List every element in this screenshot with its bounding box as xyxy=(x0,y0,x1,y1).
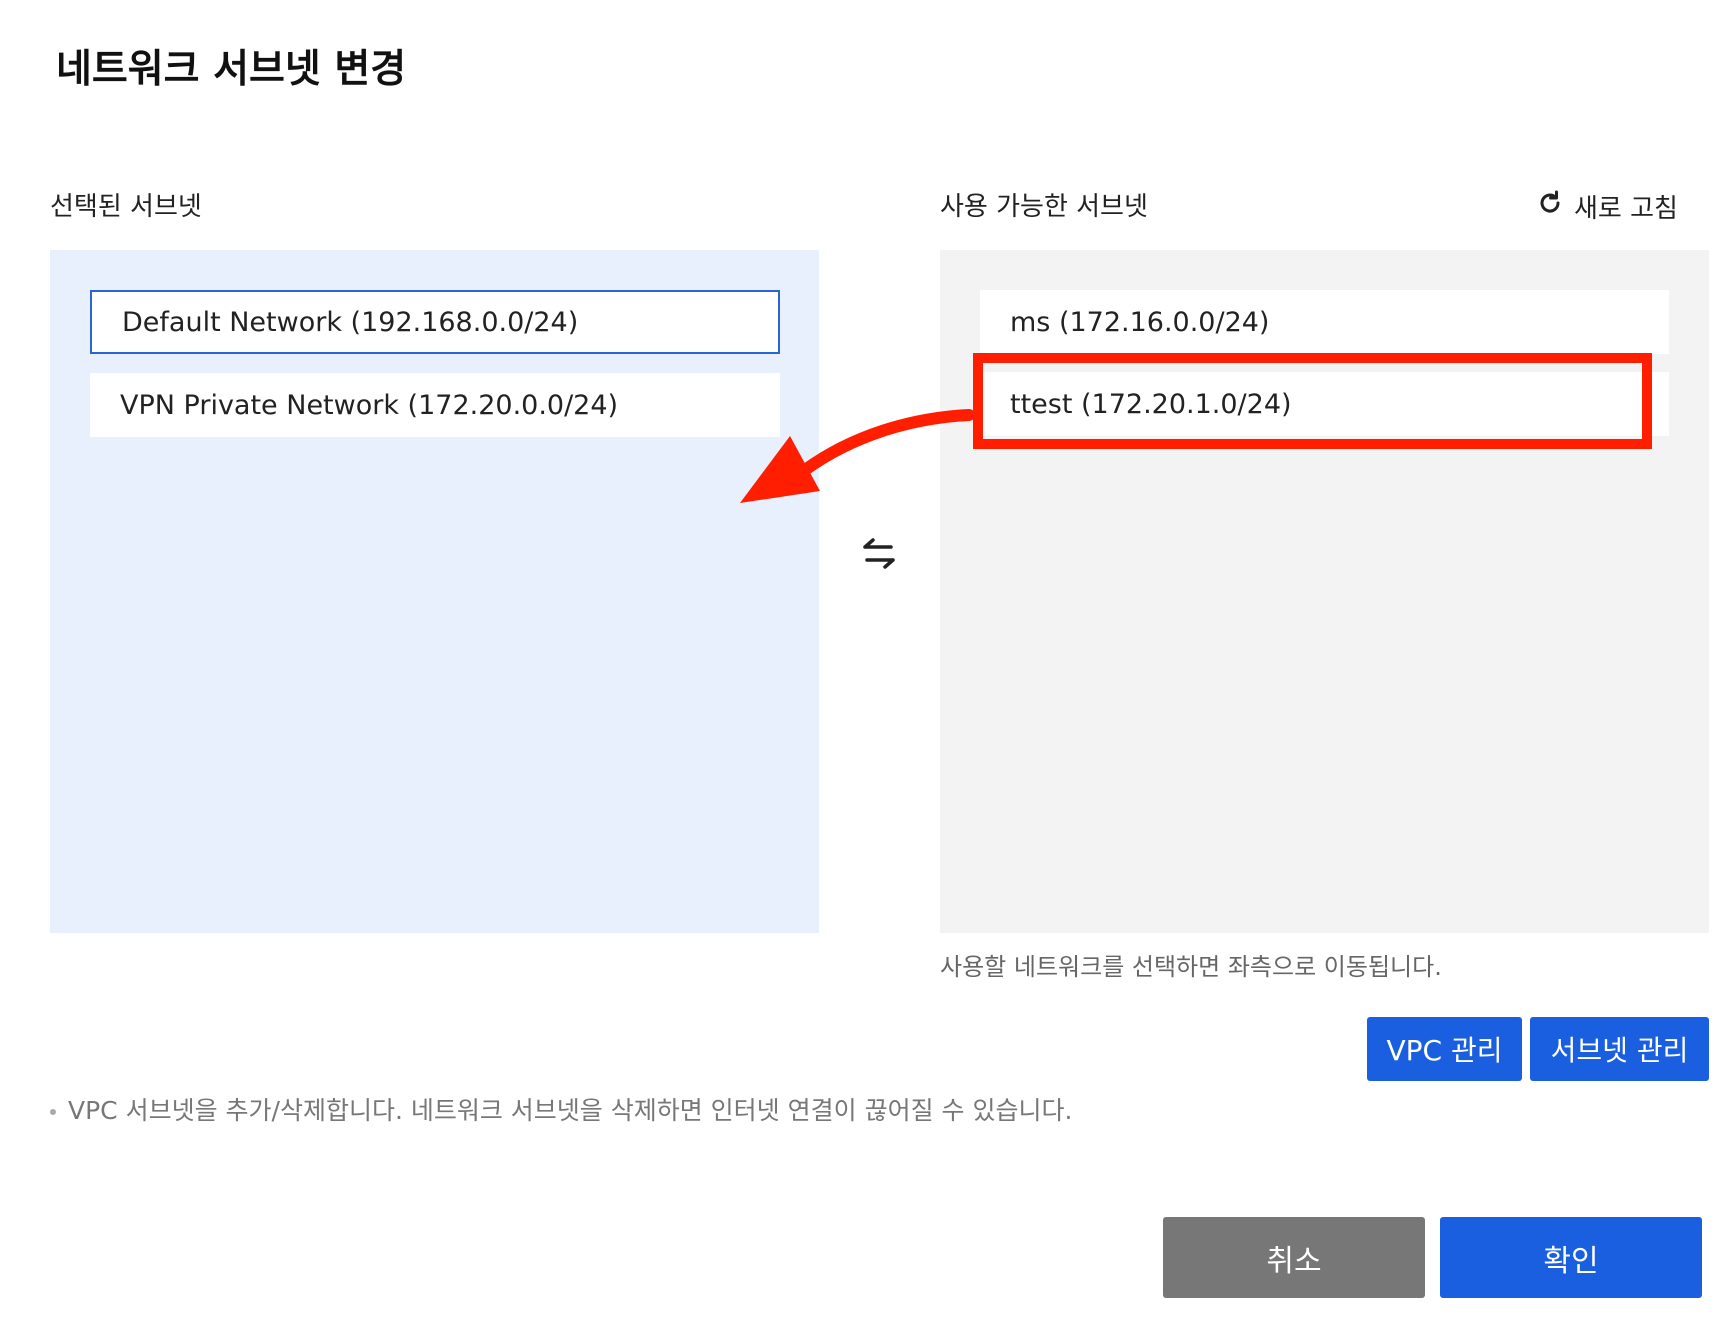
available-subnet-item[interactable]: ms (172.16.0.0/24) xyxy=(980,290,1669,354)
bullet-dot xyxy=(50,1109,56,1115)
refresh-icon xyxy=(1536,188,1566,225)
refresh-button[interactable]: 새로 고침 xyxy=(1536,188,1678,225)
refresh-label: 새로 고침 xyxy=(1574,194,1678,224)
selected-subnet-item[interactable]: Default Network (192.168.0.0/24) xyxy=(90,290,780,354)
subnet-note: VPC 서브넷을 추가/삭제합니다. 네트워크 서브넷을 삭제하면 인터넷 연결… xyxy=(50,1091,1072,1127)
subnet-note-text: VPC 서브넷을 추가/삭제합니다. 네트워크 서브넷을 삭제하면 인터넷 연결… xyxy=(68,1096,1073,1125)
annotation-highlight-box xyxy=(973,353,1652,449)
confirm-button[interactable]: 확인 xyxy=(1440,1217,1702,1298)
available-subnets-label: 사용 가능한 서브넷 xyxy=(940,192,1148,222)
selected-subnet-item[interactable]: VPN Private Network (172.20.0.0/24) xyxy=(90,373,780,437)
selected-subnets-panel: Default Network (192.168.0.0/24) VPN Pri… xyxy=(50,250,819,933)
subnet-manage-button[interactable]: 서브넷 관리 xyxy=(1530,1017,1709,1081)
swap-arrows-icon xyxy=(863,538,895,569)
cancel-button[interactable]: 취소 xyxy=(1163,1217,1425,1298)
available-hint-text: 사용할 네트워크를 선택하면 좌측으로 이동됩니다. xyxy=(940,953,1442,981)
dialog-title: 네트워크 서브넷 변경 xyxy=(56,47,407,92)
selected-subnets-label: 선택된 서브넷 xyxy=(50,192,202,222)
vpc-manage-button[interactable]: VPC 관리 xyxy=(1367,1017,1522,1081)
